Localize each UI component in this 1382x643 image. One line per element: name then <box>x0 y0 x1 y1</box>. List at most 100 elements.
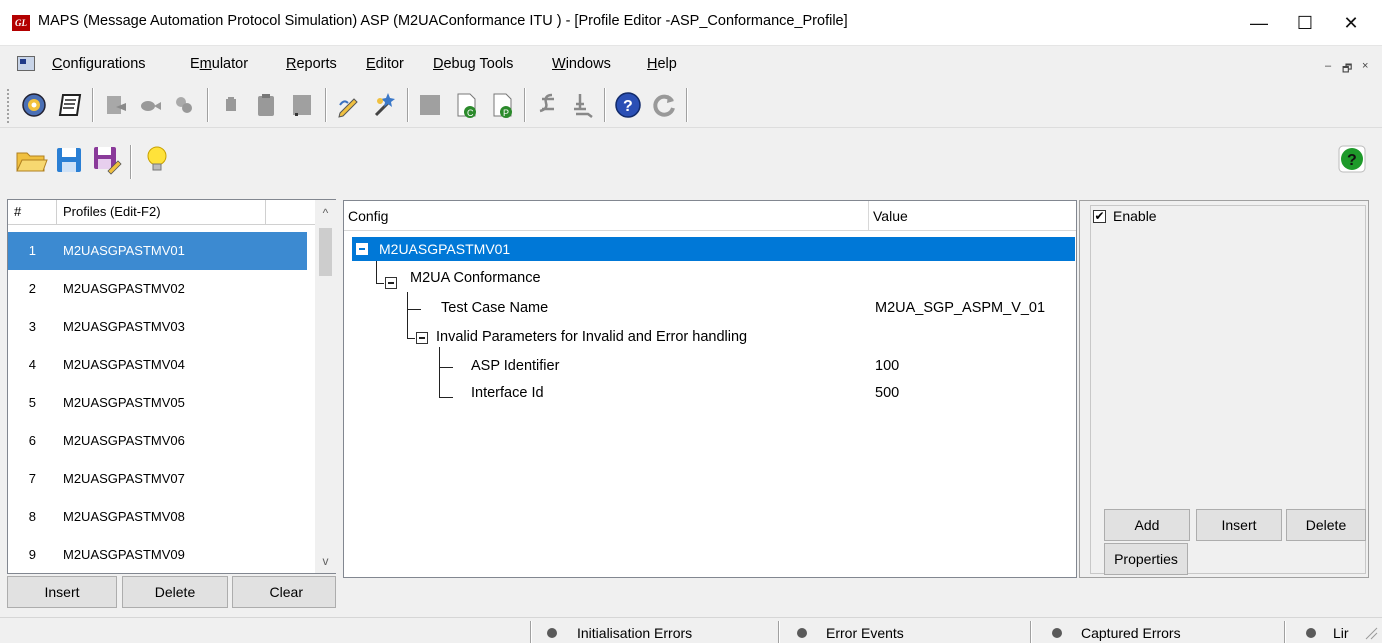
mdi-close-button[interactable]: × <box>1362 60 1368 72</box>
column-header-config[interactable]: Config <box>344 201 869 230</box>
mdi-restore-button[interactable]: 🗗 <box>1342 60 1352 79</box>
status-separator <box>1030 621 1032 643</box>
blank2-icon[interactable] <box>414 89 446 121</box>
export-icon[interactable] <box>100 89 132 121</box>
tree-node-label[interactable]: M2UA Conformance <box>410 264 541 292</box>
compile-p-icon[interactable]: P <box>486 89 518 121</box>
profile-row[interactable]: 8 M2UASGPASTMV08 <box>8 498 307 536</box>
mdi-child-icon[interactable] <box>17 56 35 71</box>
status-captured-errors[interactable]: Captured Errors <box>1081 625 1181 641</box>
add-button[interactable]: Add <box>1104 509 1190 541</box>
tree-connector <box>407 292 408 338</box>
menu-debug-tools[interactable]: Debug Tools <box>433 56 513 72</box>
toolbar-separator <box>407 88 409 122</box>
svg-text:P: P <box>503 108 509 118</box>
profile-row[interactable]: 9 M2UASGPASTMV09 <box>8 536 307 574</box>
toolbar-grip[interactable] <box>6 88 10 124</box>
insert-button[interactable]: Insert <box>1196 509 1282 541</box>
collapse-icon[interactable] <box>385 277 397 289</box>
svg-text:C: C <box>467 108 474 118</box>
menu-help[interactable]: Help <box>647 56 677 72</box>
script-icon[interactable] <box>54 89 86 121</box>
profiles-header: # Profiles (Edit-F2) <box>8 200 318 225</box>
profile-delete-button[interactable]: Delete <box>122 576 228 608</box>
menu-reports[interactable]: Reports <box>286 56 337 72</box>
maximize-button[interactable]: ☐ <box>1282 8 1328 38</box>
status-link[interactable]: Lir <box>1333 625 1349 641</box>
tree-connector <box>439 347 440 397</box>
profile-clear-button[interactable]: Clear <box>232 576 336 608</box>
tree-connector <box>439 397 453 398</box>
profile-row[interactable]: 3 M2UASGPASTMV03 <box>8 308 307 346</box>
stop-icon[interactable] <box>216 89 248 121</box>
toolbar-separator <box>325 88 327 122</box>
status-indicator-icon <box>797 628 807 638</box>
collapse-icon[interactable] <box>416 332 428 344</box>
toolbar-separator <box>207 88 209 122</box>
node-properties-panel: ✔ Enable Add Insert Delete Properties <box>1079 200 1369 578</box>
profile-row[interactable]: 6 M2UASGPASTMV06 <box>8 422 307 460</box>
refresh-icon[interactable] <box>648 89 680 121</box>
tree-node-label[interactable]: Test Case Name <box>441 294 548 322</box>
column-header-number[interactable]: # <box>8 200 57 224</box>
config-tree[interactable]: Config Value M2UASGPASTMV01 M2UA Conform… <box>343 200 1077 578</box>
toolbar-separator <box>686 88 688 122</box>
help-green-icon[interactable]: ? <box>1338 145 1366 173</box>
profile-row[interactable]: 1 M2UASGPASTMV01 <box>8 232 307 270</box>
trace-icon[interactable] <box>532 89 564 121</box>
minimize-button[interactable]: — <box>1236 8 1282 38</box>
tree-node-value[interactable]: 500 <box>875 379 899 407</box>
tree-header: Config Value <box>344 201 1076 231</box>
status-error-events[interactable]: Error Events <box>826 625 904 641</box>
tree-node-value[interactable]: 100 <box>875 352 899 380</box>
profiles-scrollbar[interactable]: ^ v <box>315 200 336 573</box>
menu-emulator[interactable]: Emulator <box>190 56 248 72</box>
edit-pencil-icon[interactable] <box>332 89 364 121</box>
tree-node-label[interactable]: ASP Identifier <box>471 352 559 380</box>
tree-node-root[interactable]: M2UASGPASTMV01 <box>352 237 1075 261</box>
transfer-icon[interactable] <box>168 89 200 121</box>
mdi-minimize-button[interactable]: – <box>1325 60 1331 72</box>
profiles-list[interactable]: # Profiles (Edit-F2) 1 M2UASGPASTMV01 2 M2… <box>7 199 336 574</box>
wizard-icon[interactable] <box>368 89 400 121</box>
column-header-profiles[interactable]: Profiles (Edit-F2) <box>57 200 266 224</box>
menu-editor[interactable]: Editor <box>366 56 404 72</box>
menu-configurations[interactable]: Configurations <box>52 56 146 72</box>
tree-node-label[interactable]: Interface Id <box>471 379 544 407</box>
compile-c-icon[interactable]: C <box>450 89 482 121</box>
delete-button[interactable]: Delete <box>1286 509 1366 541</box>
configure-icon[interactable] <box>18 89 50 121</box>
profile-row[interactable]: 4 M2UASGPASTMV04 <box>8 346 307 384</box>
save-as-icon[interactable] <box>90 143 124 177</box>
column-header-value[interactable]: Value <box>869 201 1076 230</box>
lightbulb-icon[interactable] <box>140 143 174 177</box>
scroll-down-arrow-icon[interactable]: v <box>319 554 332 568</box>
status-initialisation-errors[interactable]: Initialisation Errors <box>577 625 692 641</box>
profile-row[interactable]: 5 M2UASGPASTMV05 <box>8 384 307 422</box>
collapse-icon[interactable] <box>356 243 368 255</box>
scroll-up-arrow-icon[interactable]: ^ <box>319 206 332 220</box>
profile-row[interactable]: 7 M2UASGPASTMV07 <box>8 460 307 498</box>
open-folder-icon[interactable] <box>14 143 48 177</box>
import-icon[interactable] <box>134 89 166 121</box>
tree-node-value[interactable]: M2UA_SGP_ASPM_V_01 <box>875 294 1045 322</box>
clipboard-icon[interactable] <box>250 89 282 121</box>
status-indicator-icon <box>547 628 557 638</box>
save-icon[interactable] <box>52 143 86 177</box>
resize-grip-icon[interactable] <box>1362 624 1378 640</box>
tree-connector <box>439 367 453 368</box>
window-title: MAPS (Message Automation Protocol Simula… <box>38 13 848 29</box>
profile-insert-button[interactable]: Insert <box>7 576 117 608</box>
help-circle-icon[interactable]: ? <box>612 89 644 121</box>
status-indicator-icon <box>1306 628 1316 638</box>
scrollbar-thumb[interactable] <box>319 228 332 276</box>
blank-icon[interactable] <box>286 89 318 121</box>
properties-button[interactable]: Properties <box>1104 543 1188 575</box>
tree-node-label[interactable]: Invalid Parameters for Invalid and Error… <box>436 323 747 351</box>
close-button[interactable]: ✕ <box>1328 8 1374 38</box>
status-separator <box>1284 621 1286 643</box>
profile-row[interactable]: 2 M2UASGPASTMV02 <box>8 270 307 308</box>
filter-icon[interactable] <box>566 89 598 121</box>
menu-windows[interactable]: Windows <box>552 56 611 72</box>
enable-checkbox[interactable]: ✔ <box>1093 210 1106 223</box>
